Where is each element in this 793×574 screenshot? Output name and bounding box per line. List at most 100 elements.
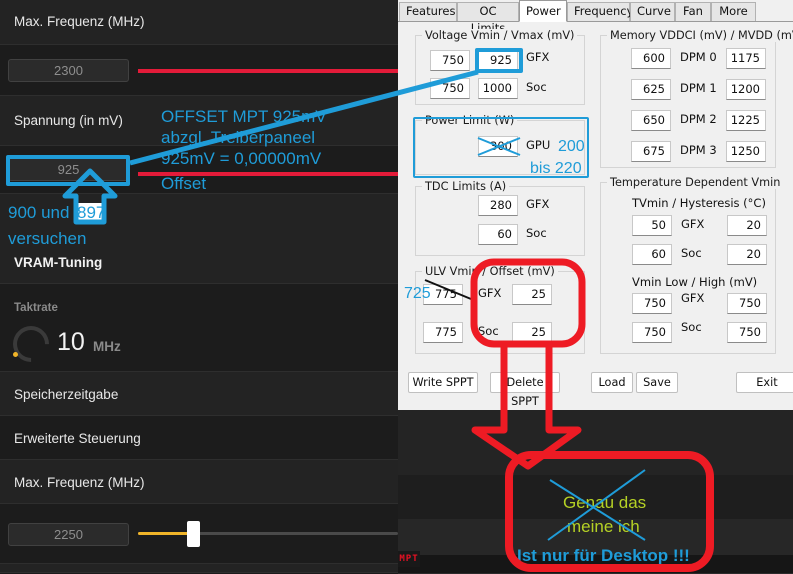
annotation-box-mpt-vmax bbox=[475, 48, 523, 73]
row-taktrate: Taktrate 10 MHz bbox=[0, 284, 398, 372]
exit-button[interactable]: Exit bbox=[736, 372, 793, 393]
group-voltage-title: Voltage Vmin / Vmax (mV) bbox=[422, 29, 578, 42]
input-vddci-dpm1[interactable]: 625 bbox=[631, 79, 671, 100]
label-tvmin-soc: Soc bbox=[681, 246, 702, 260]
row-max-frequency-bottom-value: 2250 bbox=[0, 504, 398, 564]
input-ulv-offset-gfx[interactable]: 25 bbox=[512, 284, 552, 305]
label-voltage: Spannung (in mV) bbox=[14, 113, 123, 128]
label-ulv-gfx: GFX bbox=[478, 286, 502, 300]
group-tdc-limits-title: TDC Limits (A) bbox=[422, 180, 510, 193]
row-memory-timing[interactable]: Speicherzeitgabe bbox=[0, 372, 398, 416]
label-max-frequency-bottom: Max. Frequenz (MHz) bbox=[14, 475, 145, 490]
input-hysteresis-soc[interactable]: 20 bbox=[727, 244, 767, 265]
input-vddci-dpm2[interactable]: 650 bbox=[631, 110, 671, 131]
annotation-offset-note-line2: abzgl. Treiberpaneel bbox=[161, 128, 316, 147]
morepowertool-dialog: Features OC Limits Power Frequency Curve… bbox=[398, 0, 793, 410]
label-vmin-soc: Soc bbox=[681, 320, 702, 334]
unit-taktrate: MHz bbox=[93, 339, 121, 354]
input-vmin-low-gfx[interactable]: 750 bbox=[632, 293, 672, 314]
annotation-bottom-green-line1: Genau das bbox=[563, 493, 647, 512]
annotation-try-line1: 900 und bbox=[8, 203, 75, 222]
label-voltage-gfx: GFX bbox=[526, 50, 550, 64]
label-vmin-gfx: GFX bbox=[681, 291, 705, 305]
input-vmin-high-soc[interactable]: 750 bbox=[727, 322, 767, 343]
tab-more[interactable]: More bbox=[711, 2, 756, 21]
label-voltage-soc: Soc bbox=[526, 80, 547, 94]
input-hysteresis-gfx[interactable]: 20 bbox=[727, 215, 767, 236]
annotation-try-line2: versuchen bbox=[8, 229, 87, 248]
frequency-slider-knob[interactable] bbox=[187, 521, 200, 547]
annotation-box-voltage-input bbox=[6, 155, 130, 186]
tab-fan[interactable]: Fan bbox=[675, 2, 711, 21]
annotation-offset-note-line3: 925mV = 0,00000mV bbox=[161, 149, 322, 168]
annotation-power-up-to: bis 220 bbox=[530, 160, 582, 177]
input-tvmin-gfx[interactable]: 50 bbox=[632, 215, 672, 236]
row-max-frequency-bottom: Max. Frequenz (MHz) bbox=[0, 460, 398, 504]
tabstrip: Features OC Limits Power Frequency Curve… bbox=[398, 0, 793, 35]
group-temp-vmin-title: Temperature Dependent Vmin bbox=[607, 176, 784, 189]
input-tvmin-soc[interactable]: 60 bbox=[632, 244, 672, 265]
tab-curve[interactable]: Curve bbox=[630, 2, 675, 21]
input-mvdd-dpm2[interactable]: 1225 bbox=[726, 110, 766, 131]
annotation-offset-note-line1: OFFSET MPT 925mV bbox=[161, 107, 327, 126]
annotation-bottom-green-line2: meine ich bbox=[567, 517, 640, 536]
label-advanced-control: Erweiterte Steuerung bbox=[14, 431, 141, 446]
adrenalin-tuning-panel: Max. Frequenz (MHz) 2300 Spannung (in mV… bbox=[0, 0, 398, 573]
input-vddci-dpm0[interactable]: 600 bbox=[631, 48, 671, 69]
input-vddci-dpm3[interactable]: 675 bbox=[631, 141, 671, 162]
input-voltage-soc-min[interactable]: 750 bbox=[430, 78, 470, 99]
label-dpm0: DPM 0 bbox=[680, 50, 717, 64]
write-sppt-button[interactable]: Write SPPT bbox=[408, 372, 478, 393]
input-max-frequency-bottom[interactable]: 2250 bbox=[8, 523, 129, 546]
label-max-frequency-top: Max. Frequenz (MHz) bbox=[14, 14, 145, 29]
mpt-taskbar-icon[interactable]: MPT bbox=[398, 551, 420, 567]
group-memory-title: Memory VDDCI (mV) / MVDD (mV) bbox=[607, 29, 793, 42]
subheader-tvmin-hysteresis: TVmin / Hysteresis (°C) bbox=[632, 196, 766, 210]
input-mvdd-dpm0[interactable]: 1175 bbox=[726, 48, 766, 69]
row-advanced-control[interactable]: Erweiterte Steuerung bbox=[0, 416, 398, 460]
input-mvdd-dpm3[interactable]: 1250 bbox=[726, 141, 766, 162]
tab-features[interactable]: Features bbox=[399, 2, 457, 21]
label-dpm1: DPM 1 bbox=[680, 81, 717, 95]
input-ulv-offset-soc[interactable]: 25 bbox=[512, 322, 552, 343]
label-tdc-gfx: GFX bbox=[526, 197, 550, 211]
annotation-try-highlight-897: 897 bbox=[76, 203, 107, 223]
input-mvdd-dpm1[interactable]: 1200 bbox=[726, 79, 766, 100]
tab-oc-limits[interactable]: OC Limits bbox=[457, 2, 519, 35]
row-bottom-spacer bbox=[0, 564, 398, 573]
input-tdc-gfx[interactable]: 280 bbox=[478, 195, 518, 216]
input-voltage-gfx-min[interactable]: 750 bbox=[430, 50, 470, 71]
load-button[interactable]: Load bbox=[591, 372, 633, 393]
label-tvmin-gfx: GFX bbox=[681, 217, 705, 231]
label-taktrate: Taktrate bbox=[14, 302, 58, 314]
frequency-slider-fill bbox=[138, 532, 193, 535]
subheader-vmin-low-high: Vmin Low / High (mV) bbox=[632, 275, 758, 289]
input-max-frequency-top[interactable]: 2300 bbox=[8, 59, 129, 82]
label-tdc-soc: Soc bbox=[526, 226, 547, 240]
tab-power[interactable]: Power bbox=[519, 0, 567, 22]
input-vmin-high-gfx[interactable]: 750 bbox=[727, 293, 767, 314]
bg-row-1 bbox=[398, 410, 793, 476]
tab-frequency[interactable]: Frequency bbox=[567, 2, 633, 21]
input-ulv-vmin-soc[interactable]: 775 bbox=[423, 322, 463, 343]
row-max-frequency-top: Max. Frequenz (MHz) bbox=[0, 0, 398, 45]
label-dpm2: DPM 2 bbox=[680, 112, 717, 126]
label-memory-timing: Speicherzeitgabe bbox=[14, 387, 119, 402]
label-dpm3: DPM 3 bbox=[680, 143, 717, 157]
delete-sppt-button[interactable]: Delete SPPT bbox=[490, 372, 560, 408]
label-vram-tuning: VRAM-Tuning bbox=[14, 255, 103, 270]
group-ulv-offset-title: ULV Vmin / Offset (mV) bbox=[422, 265, 558, 278]
label-ulv-soc: Soc bbox=[478, 324, 499, 338]
annotation-bottom-blue: Ist nur für Desktop !!! bbox=[517, 546, 690, 565]
annotation-red-line-top bbox=[138, 69, 398, 73]
annotation-offset-note-line4: Offset bbox=[161, 174, 207, 193]
value-taktrate: 10 bbox=[57, 328, 85, 356]
input-tdc-soc[interactable]: 60 bbox=[478, 224, 518, 245]
save-button[interactable]: Save bbox=[636, 372, 678, 393]
input-voltage-soc-max[interactable]: 1000 bbox=[478, 78, 518, 99]
dial-icon bbox=[5, 318, 57, 370]
dial-indicator-icon bbox=[13, 352, 18, 357]
annotation-power-new-value: 200 bbox=[558, 138, 585, 155]
annotation-ulv-new-value: 725 bbox=[404, 285, 431, 302]
input-vmin-low-soc[interactable]: 750 bbox=[632, 322, 672, 343]
